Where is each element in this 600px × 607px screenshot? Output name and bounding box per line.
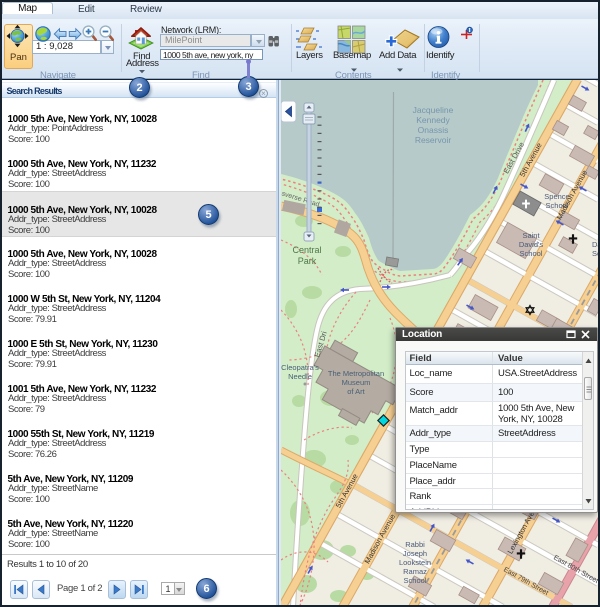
svg-text:Kennedy: Kennedy [416,115,450,125]
svg-text:Saint: Saint [522,231,540,240]
svg-text:Central: Central [292,245,321,255]
svg-text:School: School [404,576,427,585]
svg-text:Museum: Museum [342,378,371,387]
svg-text:The Metropolitan: The Metropolitan [328,369,384,378]
svg-text:Joseph: Joseph [403,549,427,558]
svg-text:Jacqueline: Jacqueline [413,105,454,115]
svg-text:Park: Park [298,256,317,266]
svg-text:Ramaz: Ramaz [403,567,427,576]
svg-text:Sc: Sc [592,249,598,258]
svg-text:Lookstein: Lookstein [399,558,431,567]
svg-text:David's: David's [519,240,544,249]
svg-text:School: School [520,249,543,258]
svg-text:Da: Da [592,240,598,249]
svg-text:Cleopatra's: Cleopatra's [281,363,319,372]
svg-text:Rabbi: Rabbi [405,540,425,549]
svg-text:Needle: Needle [288,372,312,381]
svg-text:Onassis: Onassis [418,125,449,135]
svg-text:Reservoir: Reservoir [415,135,452,145]
svg-text:of Art: of Art [347,387,365,396]
